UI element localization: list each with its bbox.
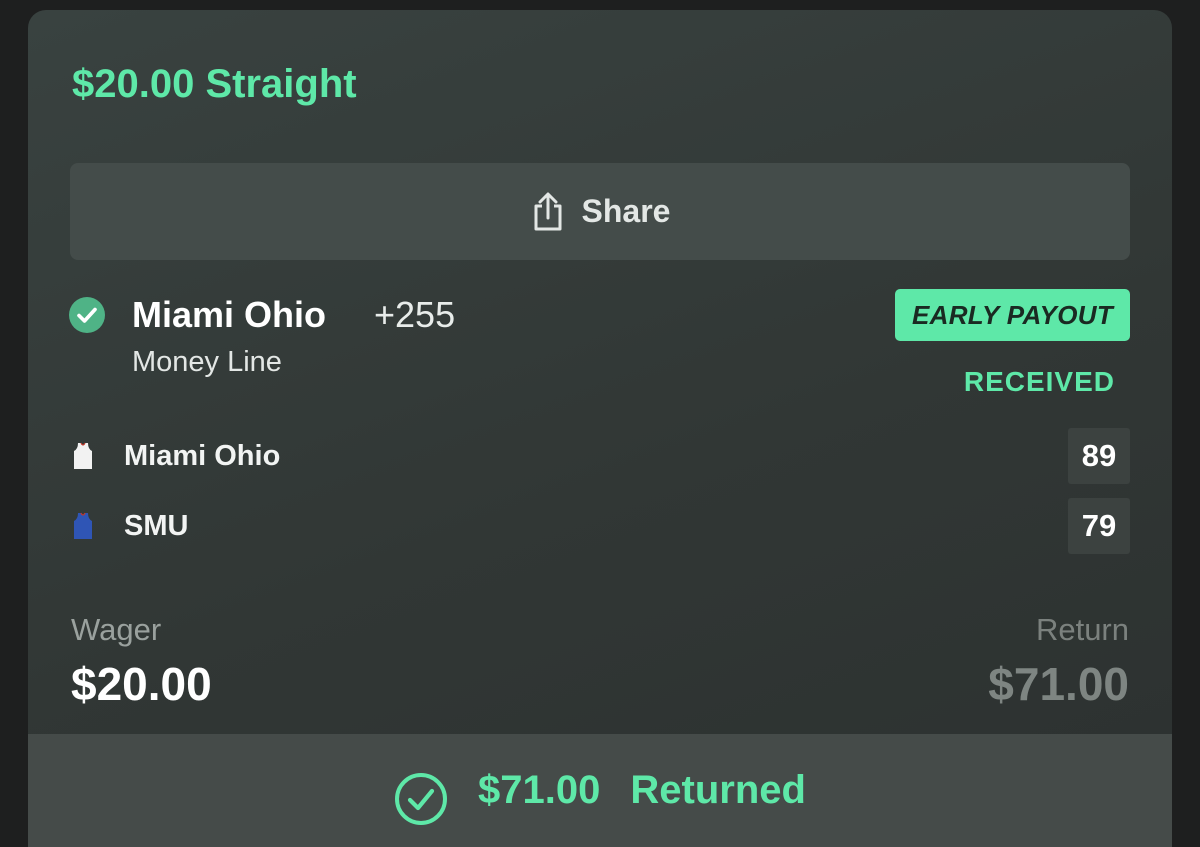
returned-status: Returned	[630, 768, 806, 812]
market-type: Money Line	[132, 346, 282, 378]
check-circle-icon	[69, 297, 105, 333]
returned-status-bar: $71.00 Returned	[28, 734, 1172, 847]
team-name: SMU	[124, 510, 189, 542]
share-icon	[530, 192, 566, 232]
bet-title: $20.00 Straight	[72, 62, 357, 106]
bet-card: $20.00 Straight Share Miami Ohio +255 Mo…	[28, 10, 1172, 847]
return-label: Return	[1035, 612, 1129, 647]
returned-amount: $71.00	[478, 768, 601, 812]
share-button[interactable]: Share	[70, 163, 1130, 260]
team-score: 89	[1068, 428, 1130, 484]
early-payout-status: RECEIVED	[963, 366, 1115, 397]
team-name: Miami Ohio	[124, 440, 281, 472]
team-score: 79	[1068, 498, 1130, 554]
share-label: Share	[581, 193, 671, 229]
wager-label: Wager	[71, 612, 162, 647]
team-row: Miami Ohio 89	[68, 428, 1130, 484]
wager-amount: $20.00	[71, 658, 212, 710]
selection-name: Miami Ohio	[132, 294, 327, 335]
selection-odds: +255	[374, 294, 456, 335]
team-row: SMU 79	[68, 498, 1130, 554]
return-amount: $71.00	[988, 658, 1129, 710]
jersey-icon	[72, 512, 94, 540]
early-payout-badge: EARLY PAYOUT	[895, 289, 1130, 341]
jersey-icon	[72, 442, 94, 470]
check-circle-outline-icon	[394, 772, 448, 826]
